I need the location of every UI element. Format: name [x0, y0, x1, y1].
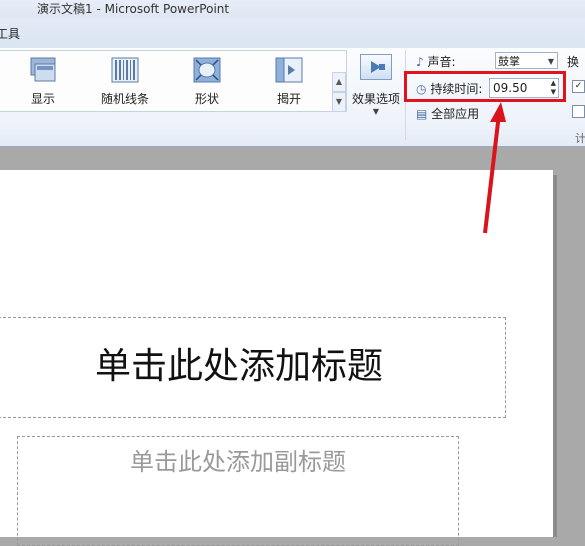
effect-label: 揭开 — [276, 92, 301, 106]
subtitle-placeholder-text: 单击此处添加副标题 — [130, 448, 346, 476]
effect-uncover-button[interactable]: 揭开 — [258, 52, 320, 108]
sound-icon: ♪ — [416, 55, 424, 69]
sound-label: 声音: — [427, 55, 456, 69]
after-time-checkbox[interactable] — [572, 105, 585, 118]
chevron-down-icon: ▼ — [547, 57, 554, 66]
sound-label-row: ♪ 声音: — [416, 53, 456, 70]
effect-options-button[interactable]: 效果选项 ▼ — [350, 50, 402, 120]
gallery-scroll-up-button[interactable]: ▲ — [332, 72, 346, 92]
sound-value: 鼓掌 — [498, 55, 520, 68]
shape-icon — [191, 56, 223, 84]
gallery-more-button[interactable]: ▼ — [332, 92, 346, 112]
effect-random-bars-button[interactable]: 随机线条 — [94, 52, 156, 108]
show-effect-icon — [27, 56, 59, 84]
annotation-arrow — [483, 102, 506, 234]
effect-label: 显示 — [30, 92, 55, 106]
sound-select[interactable]: 鼓掌 ▼ — [495, 52, 558, 69]
random-bars-icon — [109, 56, 141, 84]
effect-shape-button[interactable]: 形状 — [176, 52, 238, 108]
tab-tools[interactable]: 工具 — [0, 25, 20, 42]
window-title: 演示文稿1 - Microsoft PowerPoint — [37, 2, 230, 16]
slide-shadow — [553, 175, 557, 537]
on-click-checkbox[interactable]: ✓ — [572, 80, 585, 93]
effect-label: 形状 — [194, 92, 219, 106]
effect-label: 随机线条 — [100, 92, 149, 106]
effect-options-label: 效果选项 — [351, 92, 400, 106]
chevron-down-icon: ▼ — [372, 107, 380, 116]
highlight-box — [404, 71, 566, 102]
timing-group-label: 计 — [575, 132, 585, 145]
apply-all-icon: ▤ — [416, 107, 428, 121]
ribbon-tab-strip — [0, 18, 585, 49]
effect-options-icon — [360, 54, 392, 80]
effect-show-button[interactable]: 显示 — [12, 52, 74, 108]
advance-slide-label: 换 — [567, 55, 580, 69]
uncover-icon — [273, 56, 305, 84]
title-placeholder-text: 单击此处添加标题 — [94, 346, 383, 387]
